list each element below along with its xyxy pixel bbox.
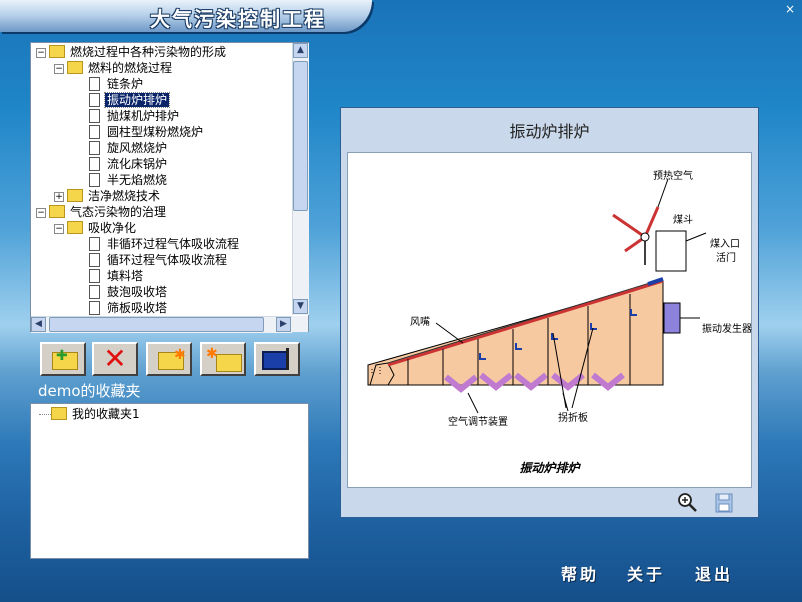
display-button[interactable] bbox=[254, 342, 300, 376]
tree-item-noncyclic-absorption[interactable]: 非循环过程气体吸收流程 bbox=[89, 236, 241, 252]
tree-item-bubble-tower[interactable]: 鼓泡吸收塔 bbox=[89, 284, 169, 300]
diagram-viewer: 振动炉排炉 预热空气 煤斗 煤入口 活门 风嘴 振动发生器 空气调节装置 拐折板… bbox=[340, 107, 759, 518]
document-icon bbox=[89, 76, 100, 91]
label-movable-door: 活门 bbox=[716, 253, 736, 264]
tree-horizontal-scrollbar[interactable]: ◀ ▶ bbox=[31, 316, 292, 333]
topic-tree: − 燃烧过程中各种污染物的形成 − 燃料的燃烧过程 链条炉 振动炉排炉 抛煤机炉… bbox=[31, 43, 291, 315]
vertical-scroll-thumb[interactable] bbox=[293, 61, 308, 211]
diagram-frame: 预热空气 煤斗 煤入口 活门 风嘴 振动发生器 空气调节装置 拐折板 振动炉排炉 bbox=[347, 152, 752, 488]
tree-folder-absorption[interactable]: 吸收净化 bbox=[67, 220, 138, 236]
app-title: 大气污染控制工程 bbox=[150, 7, 326, 31]
document-icon bbox=[89, 92, 100, 107]
scrollbar-corner bbox=[292, 316, 308, 332]
collapse-icon[interactable]: − bbox=[54, 64, 64, 74]
title-bar: 大气污染控制工程 bbox=[0, 0, 372, 32]
star-icon: ✱ bbox=[206, 346, 218, 362]
folder-icon bbox=[67, 189, 83, 202]
tree-folder-gaseous-pollutants[interactable]: 气态污染物的治理 bbox=[49, 204, 168, 220]
zoom-in-icon[interactable] bbox=[676, 491, 698, 513]
help-link[interactable]: 帮助 bbox=[561, 561, 599, 585]
collapse-icon[interactable]: − bbox=[36, 48, 46, 58]
scroll-right-icon[interactable]: ▶ bbox=[276, 317, 291, 332]
label-preheat-air: 预热空气 bbox=[653, 171, 693, 182]
folder-icon bbox=[216, 354, 242, 372]
vibrating-grate-diagram bbox=[367, 178, 707, 414]
label-vibration-generator: 振动发生器 bbox=[702, 324, 752, 335]
tree-line bbox=[39, 414, 51, 415]
label-tuyere: 风嘴 bbox=[410, 317, 430, 328]
new-folder-button[interactable]: ✱ bbox=[146, 342, 192, 376]
tree-folder-fuel-combustion[interactable]: 燃料的燃烧过程 bbox=[67, 60, 174, 76]
save-icon[interactable] bbox=[715, 493, 733, 513]
label-air-regulator: 空气调节装置 bbox=[448, 417, 508, 428]
exit-link[interactable]: 退出 bbox=[695, 561, 733, 585]
folder-icon bbox=[49, 205, 65, 218]
close-icon: ✕ bbox=[103, 342, 127, 375]
delete-button[interactable]: ✕ bbox=[92, 342, 138, 376]
scroll-up-icon[interactable]: ▲ bbox=[293, 43, 308, 58]
folder-icon bbox=[67, 61, 83, 74]
tree-folder-clean-combustion[interactable]: 洁净燃烧技术 bbox=[67, 188, 162, 204]
document-icon bbox=[89, 124, 100, 139]
text-cursor-icon bbox=[286, 348, 289, 370]
folder-icon bbox=[51, 407, 67, 420]
tree-vertical-scrollbar[interactable]: ▲ ▼ bbox=[292, 43, 309, 315]
document-icon bbox=[89, 108, 100, 123]
document-icon bbox=[89, 140, 100, 155]
tree-item-cylindrical-pulverized[interactable]: 圆柱型煤粉燃烧炉 bbox=[89, 124, 205, 140]
scroll-left-icon[interactable]: ◀ bbox=[31, 317, 46, 332]
document-icon bbox=[89, 268, 100, 283]
collapse-icon[interactable]: − bbox=[36, 208, 46, 218]
diagram-caption: 振动炉排炉 bbox=[519, 461, 580, 475]
document-icon bbox=[89, 236, 100, 251]
favorites-panel[interactable]: 我的收藏夹1 bbox=[30, 403, 309, 559]
document-icon bbox=[89, 172, 100, 187]
scroll-down-icon[interactable]: ▼ bbox=[293, 299, 308, 314]
add-favorite-button[interactable]: ✚ bbox=[40, 342, 86, 376]
topic-tree-panel[interactable]: − 燃烧过程中各种污染物的形成 − 燃料的燃烧过程 链条炉 振动炉排炉 抛煤机炉… bbox=[30, 42, 309, 333]
label-coal-inlet: 煤入口 bbox=[710, 239, 740, 250]
plus-icon: ✚ bbox=[56, 348, 68, 364]
tree-item-cyclic-absorption[interactable]: 循环过程气体吸收流程 bbox=[89, 252, 229, 268]
label-baffle: 拐折板 bbox=[558, 413, 588, 424]
favorites-title: demo的收藏夹 bbox=[38, 382, 141, 400]
tree-item-fluidized-bed[interactable]: 流化床锅炉 bbox=[89, 156, 169, 172]
label-coal-hopper: 煤斗 bbox=[673, 215, 693, 226]
rename-folder-button[interactable]: ✱ bbox=[200, 342, 246, 376]
tree-item-vibrating-grate[interactable]: 振动炉排炉 bbox=[89, 92, 171, 108]
tree-item-packed-tower[interactable]: 填料塔 bbox=[89, 268, 145, 284]
expand-icon[interactable]: + bbox=[54, 192, 64, 202]
viewer-title: 振动炉排炉 bbox=[509, 122, 590, 141]
folder-icon bbox=[49, 45, 65, 58]
star-icon: ✱ bbox=[174, 347, 186, 363]
document-icon bbox=[89, 252, 100, 267]
document-icon bbox=[89, 156, 100, 171]
tree-item-cyclone-furnace[interactable]: 旋风燃烧炉 bbox=[89, 140, 169, 156]
folder-icon bbox=[67, 221, 83, 234]
tree-item-spreader-stoker[interactable]: 抛煤机炉排炉 bbox=[89, 108, 181, 124]
document-icon bbox=[89, 284, 100, 299]
tree-item-semi-flameless[interactable]: 半无焰燃烧 bbox=[89, 172, 169, 188]
tree-item-sieve-tower[interactable]: 筛板吸收塔 bbox=[89, 300, 169, 315]
horizontal-scroll-thumb[interactable] bbox=[49, 317, 264, 332]
about-link[interactable]: 关于 bbox=[627, 561, 665, 585]
monitor-icon bbox=[262, 351, 288, 370]
tree-item-chain-grate[interactable]: 链条炉 bbox=[89, 76, 145, 92]
collapse-icon[interactable]: − bbox=[54, 224, 64, 234]
document-icon bbox=[89, 300, 100, 315]
favorites-folder-1[interactable]: 我的收藏夹1 bbox=[39, 406, 142, 422]
close-icon[interactable]: × bbox=[782, 2, 798, 16]
tree-folder-combustion-pollutants[interactable]: 燃烧过程中各种污染物的形成 bbox=[49, 44, 228, 60]
